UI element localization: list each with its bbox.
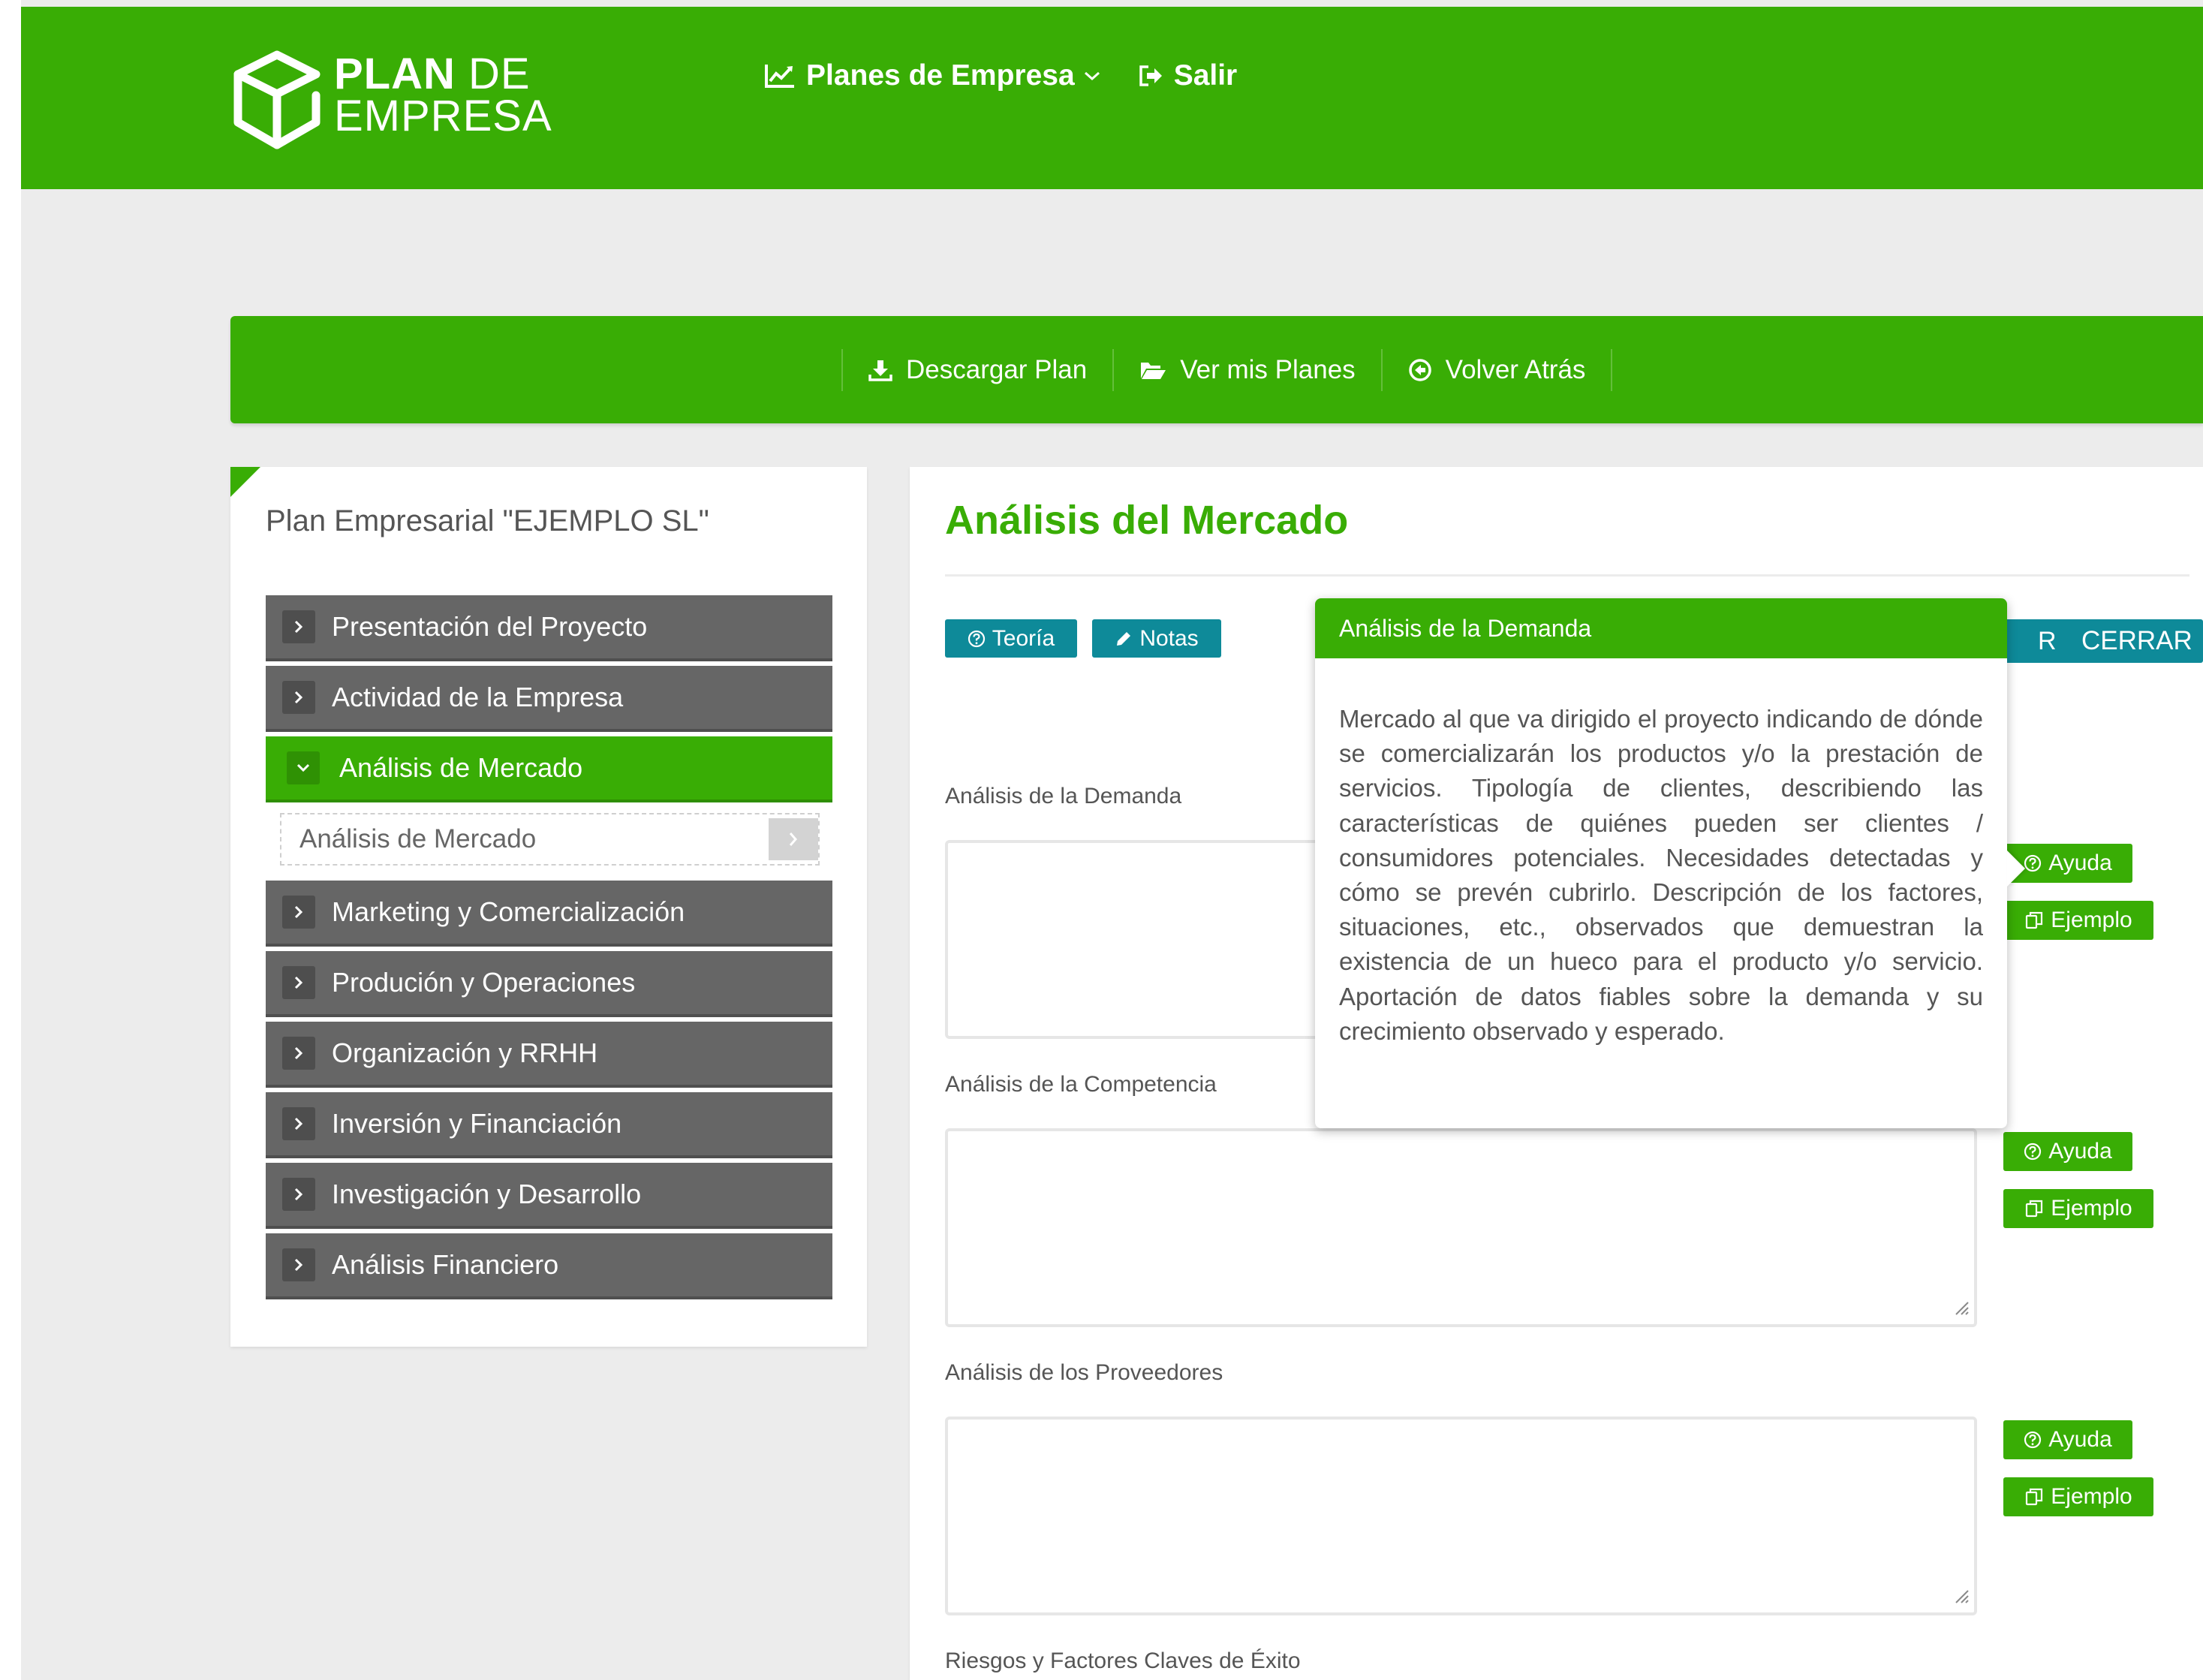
logo-box-icon <box>233 50 321 149</box>
question-circle-icon <box>2024 1143 2042 1161</box>
chevron-right-icon <box>282 1107 315 1140</box>
download-plan-button[interactable]: Descargar Plan <box>841 349 1112 391</box>
menu-item-actividad[interactable]: Actividad de la Empresa <box>266 666 832 732</box>
brand-logo[interactable]: PLAN DE EMPRESA <box>230 41 576 161</box>
plan-action-bar: Descargar Plan Ver mis Planes Volver Atr… <box>230 316 2203 423</box>
chevron-right-icon <box>282 896 315 929</box>
page-title: Análisis del Mercado <box>945 498 1349 543</box>
menu-item-marketing[interactable]: Marketing y Comercialización <box>266 881 832 947</box>
copy-icon <box>2024 1487 2044 1507</box>
chevron-right-icon[interactable] <box>769 818 818 860</box>
question-circle-icon <box>968 630 986 648</box>
top-nav: Planes de Empresa Salir <box>764 59 1275 92</box>
field-label-demanda: Análisis de la Demanda <box>945 784 1182 808</box>
nav-planes-de-empresa[interactable]: Planes de Empresa <box>764 59 1100 92</box>
menu-item-analisis-financiero[interactable]: Análisis Financiero <box>266 1233 832 1299</box>
title-divider <box>945 574 2189 577</box>
field-label-competencia: Análisis de la Competencia <box>945 1072 1217 1097</box>
section-menu: Presentación del Proyecto Actividad de l… <box>266 595 832 1304</box>
menu-item-investigacion[interactable]: Investigación y Desarrollo <box>266 1163 832 1229</box>
popover-body: Mercado al que va dirigido el proyecto i… <box>1339 705 1983 1045</box>
ayuda-button-proveedores[interactable]: Ayuda <box>2003 1420 2132 1459</box>
folder-open-icon <box>1139 360 1166 381</box>
page: PLAN DE EMPRESA Planes de Empresa Salir <box>21 0 2203 1680</box>
corner-accent <box>230 467 260 497</box>
cerrar-button[interactable]: CERRAR <box>2063 619 2203 663</box>
chevron-down-icon <box>1084 71 1100 81</box>
question-circle-icon <box>2024 854 2042 872</box>
popover-title: Análisis de la Demanda <box>1315 598 2007 658</box>
chevron-right-icon <box>282 610 315 643</box>
ejemplo-button-proveedores[interactable]: Ejemplo <box>2003 1477 2153 1516</box>
top-header: PLAN DE EMPRESA Planes de Empresa Salir <box>21 7 2203 189</box>
chevron-down-icon <box>287 751 320 784</box>
ayuda-button-competencia[interactable]: Ayuda <box>2003 1132 2132 1171</box>
chevron-right-icon <box>282 1178 315 1211</box>
field-label-riesgos: Riesgos y Factores Claves de Éxito <box>945 1648 1301 1673</box>
sign-out-icon <box>1138 65 1163 87</box>
ejemplo-button-demanda[interactable]: Ejemplo <box>2003 901 2153 940</box>
question-circle-icon <box>2024 1431 2042 1449</box>
popover-arrow <box>2007 851 2025 887</box>
go-back-button[interactable]: Volver Atrás <box>1380 349 1613 391</box>
arrow-circle-left-icon <box>1408 358 1432 382</box>
resize-grip-icon[interactable] <box>1953 1299 1970 1320</box>
nav-salir[interactable]: Salir <box>1138 59 1237 92</box>
brand-wordmark: PLAN DE EMPRESA <box>334 50 552 140</box>
chevron-right-icon <box>282 1248 315 1281</box>
menu-item-produccion[interactable]: Produción y Operaciones <box>266 951 832 1017</box>
proveedores-textarea[interactable] <box>945 1417 1977 1615</box>
menu-item-presentacion[interactable]: Presentación del Proyecto <box>266 595 832 661</box>
resize-grip-icon[interactable] <box>1953 1588 1970 1608</box>
field-label-proveedores: Análisis de los Proveedores <box>945 1360 1223 1385</box>
menu-item-organizacion[interactable]: Organización y RRHH <box>266 1022 832 1088</box>
competencia-textarea[interactable] <box>945 1128 1977 1327</box>
pencil-icon <box>1115 630 1133 648</box>
plan-actions: Descargar Plan Ver mis Planes Volver Atr… <box>841 349 1613 391</box>
submenu-item-analisis-mercado[interactable]: Análisis de Mercado <box>280 813 820 866</box>
menu-item-analisis-mercado[interactable]: Análisis de Mercado <box>266 736 832 802</box>
plan-title: Plan Empresarial "EJEMPLO SL" <box>266 504 709 537</box>
plan-sidebar: Plan Empresarial "EJEMPLO SL" Presentaci… <box>230 467 867 1347</box>
menu-item-inversion[interactable]: Inversión y Financiación <box>266 1092 832 1158</box>
notas-button[interactable]: Notas <box>1092 619 1221 658</box>
chart-line-icon <box>764 63 796 89</box>
chevron-right-icon <box>282 1037 315 1070</box>
copy-icon <box>2024 1199 2044 1218</box>
teoria-button[interactable]: Teoría <box>945 619 1077 658</box>
chevron-right-icon <box>282 681 315 714</box>
chevron-right-icon <box>282 966 315 999</box>
view-my-plans-button[interactable]: Ver mis Planes <box>1112 349 1380 391</box>
help-popover: Análisis de la Demanda Mercado al que va… <box>1315 598 2025 1128</box>
ejemplo-button-competencia[interactable]: Ejemplo <box>2003 1189 2153 1228</box>
copy-icon <box>2024 911 2044 930</box>
download-icon <box>868 359 892 381</box>
